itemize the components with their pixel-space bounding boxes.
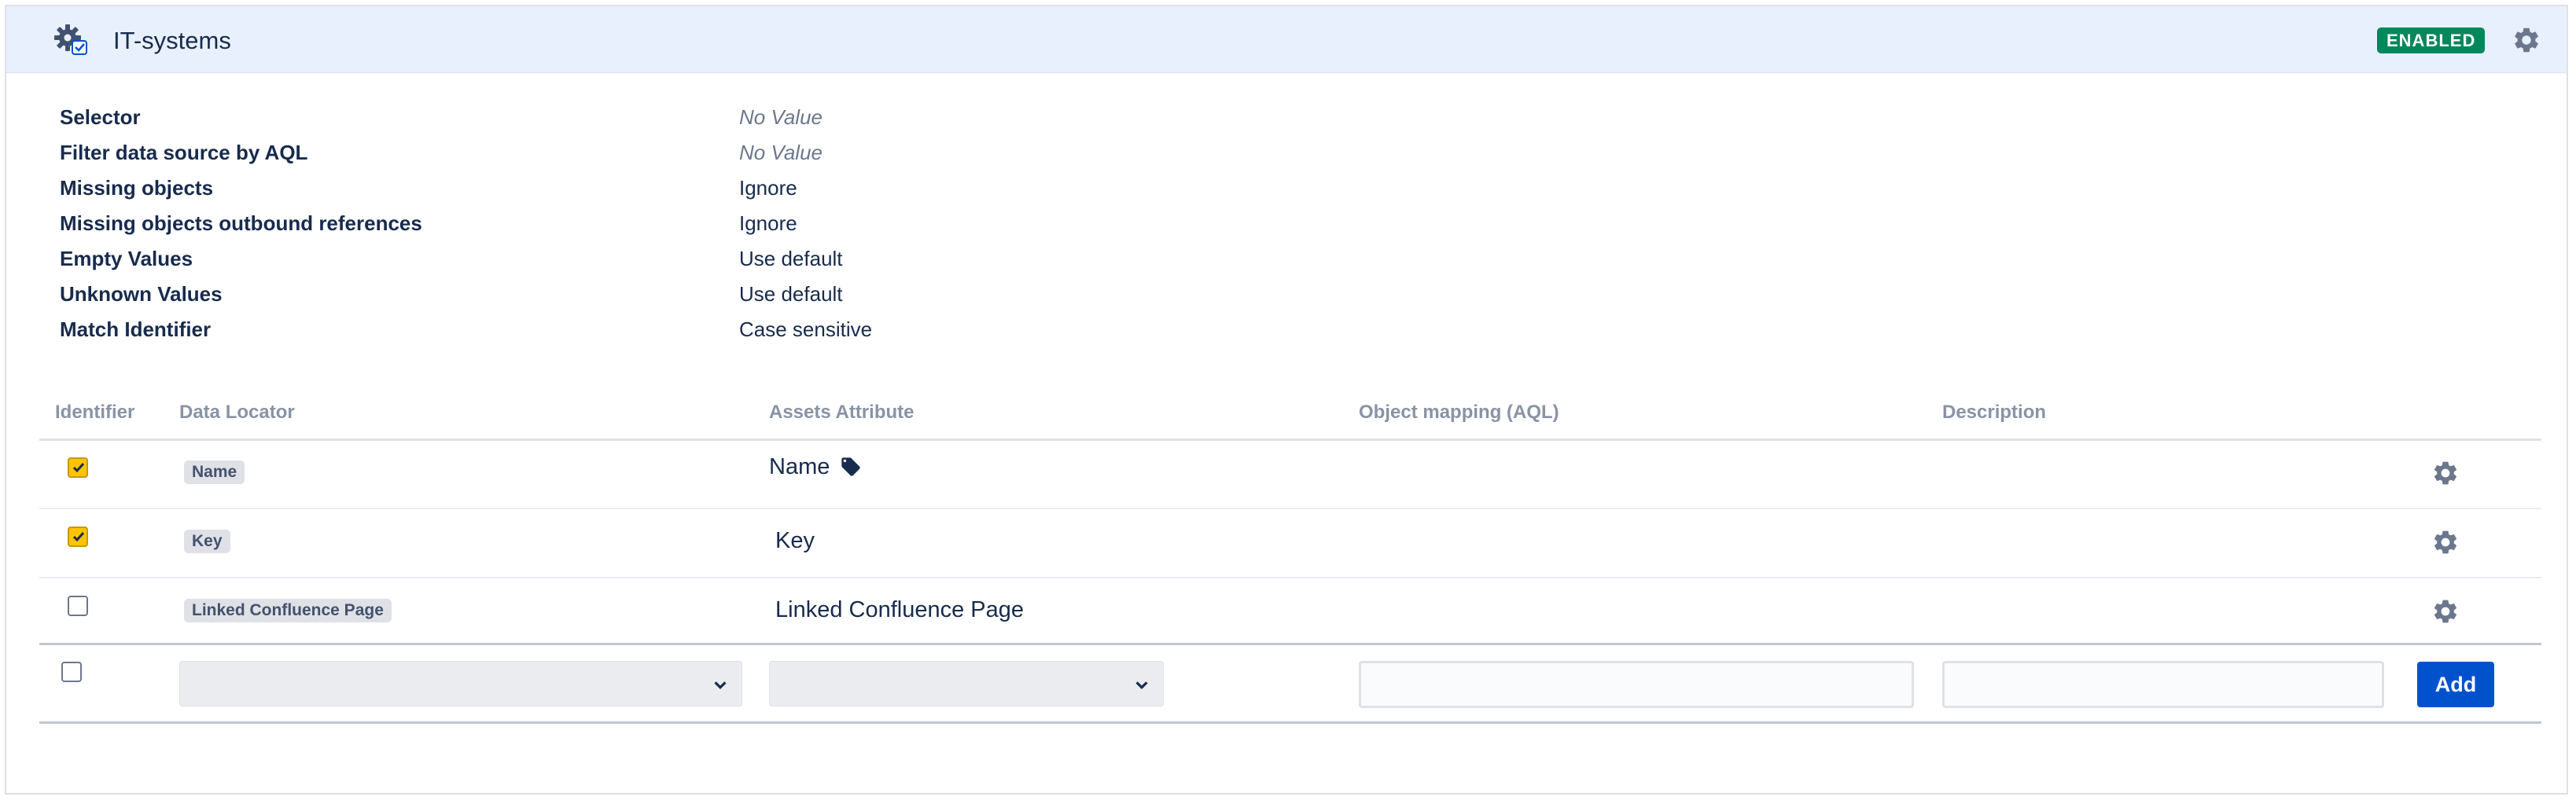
identifier-checkbox[interactable]	[68, 457, 88, 478]
prop-label-empty-values: Empty Values	[60, 247, 193, 270]
assets-attribute-name: Linked Confluence Page	[775, 597, 1025, 622]
import-mapping-panel: IT-systems ENABLED Selector No Value Fil…	[5, 5, 2568, 794]
gear-icon[interactable]	[2431, 459, 2460, 487]
prop-value-match-identifier: Case sensitive	[739, 317, 873, 341]
column-header-description: Description	[1942, 402, 2047, 423]
identifier-checkbox[interactable]	[68, 527, 88, 547]
prop-value-filter-aql: No Value	[739, 141, 822, 164]
column-header-assets-attribute: Assets Attribute	[769, 402, 914, 423]
row-divider	[39, 577, 2541, 578]
row-divider	[39, 508, 2541, 509]
chevron-down-icon	[714, 681, 727, 690]
tag-icon	[841, 457, 860, 476]
prop-label-match-identifier: Match Identifier	[60, 317, 212, 341]
prop-label-selector: Selector	[60, 105, 141, 129]
prop-value-empty-values: Use default	[739, 247, 843, 270]
checkmark-icon	[72, 463, 85, 473]
gear-icon[interactable]	[2512, 25, 2541, 55]
assets-attribute-name: Key	[775, 528, 815, 553]
data-locator-select[interactable]	[179, 661, 742, 706]
page-title: IT-systems	[113, 27, 231, 54]
description-input[interactable]	[1942, 661, 2384, 708]
table-bottom-border	[39, 721, 2541, 724]
status-badge: ENABLED	[2377, 28, 2486, 53]
gear-icon[interactable]	[2431, 597, 2460, 626]
object-mapping-input[interactable]	[1359, 661, 1914, 708]
gear-icon[interactable]	[2431, 528, 2460, 556]
prop-label-missing-objects: Missing objects	[60, 176, 214, 200]
data-locator-lozenge: Key	[184, 530, 230, 553]
new-row-divider	[39, 643, 2541, 645]
prop-value-selector: No Value	[739, 105, 822, 129]
prop-value-missing-objects: Ignore	[739, 176, 797, 200]
new-identifier-checkbox[interactable]	[61, 662, 82, 682]
settings-gear-with-check-icon	[54, 24, 87, 55]
chevron-down-icon	[1135, 681, 1148, 690]
assets-attribute-name: Name	[769, 454, 830, 479]
prop-value-missing-outbound: Ignore	[739, 211, 797, 235]
prop-label-unknown-values: Unknown Values	[60, 282, 223, 306]
identifier-checkbox[interactable]	[68, 596, 88, 616]
table-header-divider	[39, 439, 2541, 441]
data-locator-lozenge: Linked Confluence Page	[184, 599, 392, 622]
checkmark-icon	[72, 532, 85, 542]
prop-label-missing-outbound: Missing objects outbound references	[60, 211, 422, 235]
add-button[interactable]: Add	[2417, 662, 2494, 707]
column-header-identifier: Identifier	[55, 402, 135, 423]
column-header-data-locator: Data Locator	[179, 402, 295, 423]
assets-attribute-select[interactable]	[769, 661, 1164, 706]
prop-label-filter-aql: Filter data source by AQL	[60, 141, 308, 164]
panel-header: IT-systems ENABLED	[6, 6, 2567, 73]
prop-value-unknown-values: Use default	[739, 282, 843, 306]
column-header-object-mapping: Object mapping (AQL)	[1359, 402, 1559, 423]
data-locator-lozenge: Name	[184, 461, 245, 484]
